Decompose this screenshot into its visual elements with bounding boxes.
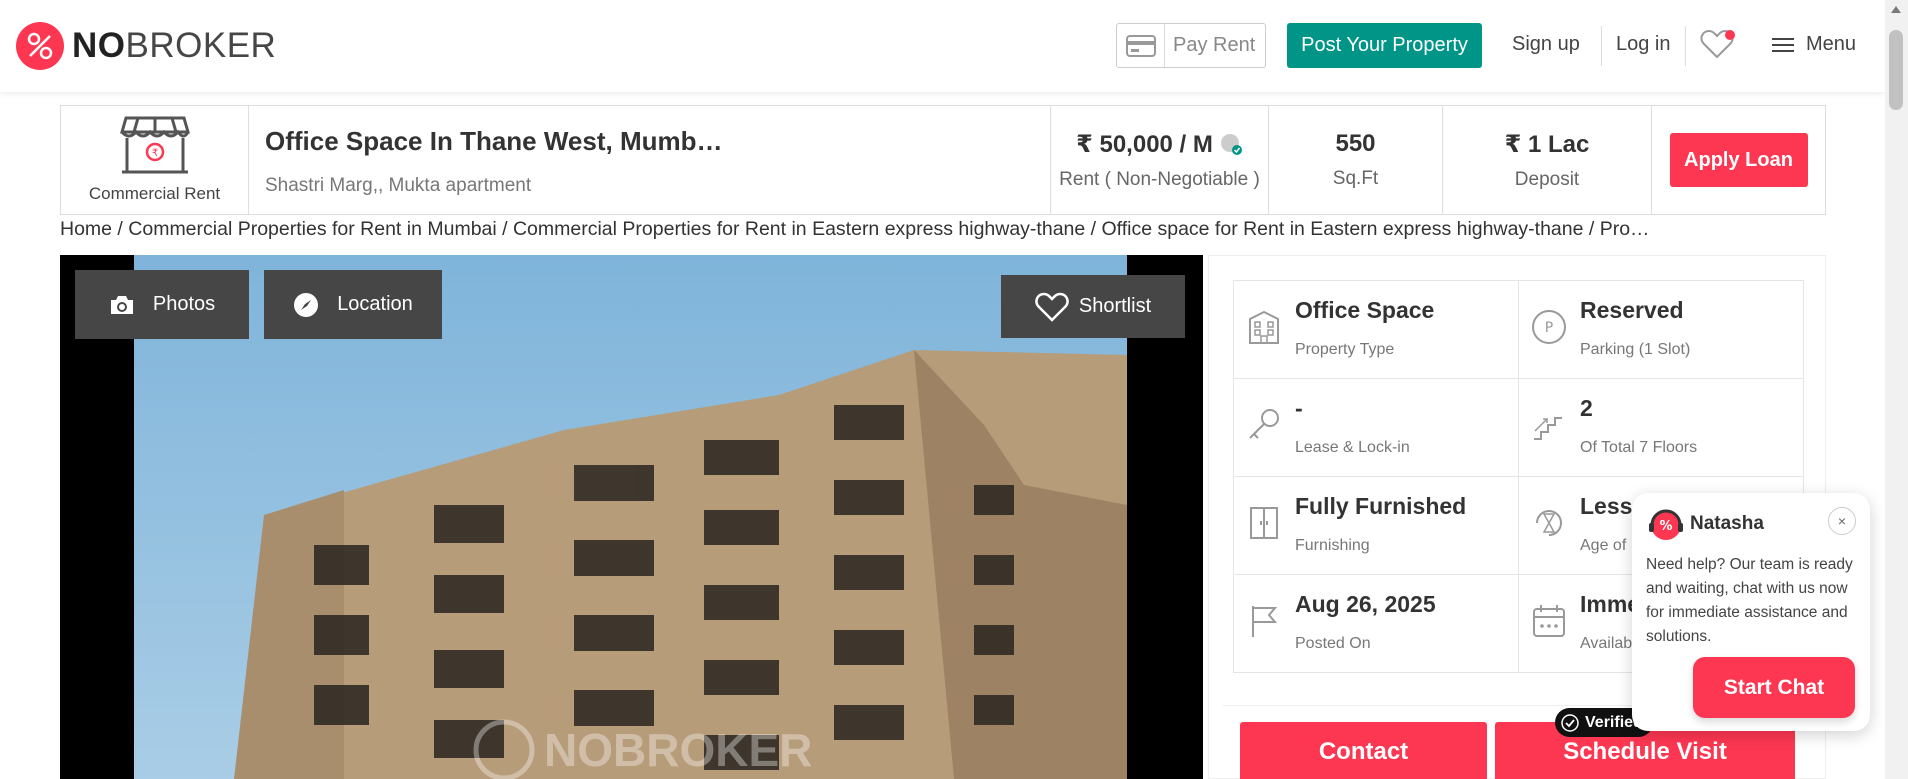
stairs-icon (1534, 417, 1562, 440)
detail-label: Furnishing (1295, 537, 1370, 554)
rent-info-icon[interactable] (1219, 132, 1243, 156)
shortlist-label: Shortlist (1078, 295, 1152, 317)
apply-loan-cell: Apply Loan (1652, 106, 1825, 214)
detail-value: Aug 26, 2025 (1295, 591, 1436, 617)
property-category: ₹ Commercial Rent (61, 106, 249, 214)
chat-message: Need help? Our team is ready and waiting… (1646, 556, 1853, 645)
close-icon[interactable]: × (1828, 507, 1856, 535)
detail-label: Posted On (1295, 635, 1371, 652)
property-title: Office Space In Thane West, Mumb… (265, 126, 723, 156)
notification-dot (1725, 30, 1735, 40)
menu-button[interactable]: Menu (1772, 33, 1856, 56)
photos-label: Photos (152, 293, 216, 315)
log-in-link[interactable]: Log in (1616, 33, 1671, 56)
detail-floor: 2 Of Total 7 Floors (1519, 379, 1804, 477)
location-label: Location (337, 293, 413, 315)
detail-lease: - Lease & Lock-in (1234, 379, 1519, 477)
location-button[interactable]: Location (264, 270, 442, 339)
svg-text:%: % (1659, 519, 1672, 534)
property-title-block: Office Space In Thane West, Mumb… Shastr… (249, 106, 1051, 214)
rent-label: Rent ( Non-Negotiable ) (1059, 168, 1260, 190)
logo-wordmark: NOBROKER (72, 26, 277, 65)
sign-up-link[interactable]: Sign up (1512, 33, 1580, 56)
contact-button[interactable]: Contact (1240, 722, 1487, 779)
svg-text:₹: ₹ (151, 148, 157, 159)
property-address: Shastri Marg,, Mukta apartment (265, 175, 532, 196)
top-navbar: NOBROKER Pay Rent Post Your Property Sig… (0, 0, 1885, 92)
detail-value: Reserved (1580, 297, 1684, 323)
rent-value: ₹ 50,000 / M (1076, 130, 1213, 158)
key-icon (1249, 409, 1279, 439)
apply-loan-button[interactable]: Apply Loan (1669, 133, 1808, 187)
logo-mark-icon (16, 22, 64, 70)
rent-stat: ₹ 50,000 / M Rent ( Non-Negotiable ) (1051, 106, 1269, 214)
menu-label: Menu (1806, 33, 1857, 55)
svg-text:P: P (1545, 320, 1553, 336)
hamburger-icon (1772, 34, 1794, 56)
hourglass-icon (1536, 510, 1562, 536)
nobroker-logo[interactable]: NOBROKER (16, 22, 276, 70)
camera-icon (110, 295, 133, 314)
detail-value: Fully Furnished (1295, 493, 1467, 519)
agent-name: Natasha (1690, 513, 1764, 534)
pay-rent-label: Pay Rent (1173, 34, 1256, 56)
breadcrumb[interactable]: Home / Commercial Properties for Rent in… (60, 218, 1660, 241)
detail-label: Parking (1 Slot) (1580, 341, 1691, 358)
divider (1601, 26, 1602, 66)
divider (1685, 26, 1686, 66)
deposit-stat: ₹ 1 Lac Deposit (1443, 106, 1652, 214)
shortlist-button[interactable]: Shortlist (1001, 275, 1185, 338)
detail-value: Office Space (1295, 297, 1435, 323)
calendar-icon (1533, 605, 1565, 637)
agent-avatar-icon: % (1649, 509, 1683, 540)
building-icon (1249, 310, 1279, 344)
detail-parking: P Reserved Parking (1 Slot) (1519, 281, 1804, 379)
detail-label: Of Total 7 Floors (1580, 439, 1698, 456)
cupboard-icon (1250, 507, 1278, 539)
category-caption: Commercial Rent (88, 184, 221, 203)
detail-label: Lease & Lock-in (1295, 439, 1410, 456)
photos-button[interactable]: Photos (75, 270, 249, 339)
start-chat-button[interactable]: Start Chat (1693, 657, 1855, 718)
deposit-label: Deposit (1514, 168, 1580, 190)
credit-card-icon (1117, 24, 1165, 67)
check-circle-icon (1561, 713, 1579, 732)
detail-label: Property Type (1295, 341, 1395, 358)
area-value: 550 (1335, 130, 1376, 157)
photo-watermark: NOBROKER (544, 724, 812, 776)
post-property-button[interactable]: Post Your Property (1287, 23, 1482, 68)
scroll-up-arrow-icon[interactable] (1891, 6, 1901, 13)
detail-furnishing: Fully Furnished Furnishing (1234, 477, 1519, 575)
flag-icon (1252, 606, 1278, 637)
deposit-value: ₹ 1 Lac (1504, 130, 1590, 158)
detail-label: Availab (1580, 635, 1633, 652)
detail-posted-on: Aug 26, 2025 Posted On (1234, 575, 1519, 673)
detail-value: - (1295, 395, 1303, 421)
detail-property-type: Office Space Property Type (1234, 281, 1519, 379)
detail-label: Age of I (1580, 537, 1636, 554)
area-stat: 550 Sq.Ft (1269, 106, 1443, 214)
property-summary-bar: ₹ Commercial Rent Office Space In Thane … (60, 105, 1826, 215)
compass-icon (294, 292, 319, 317)
detail-value: 2 (1580, 395, 1593, 421)
area-label: Sq.Ft (1332, 168, 1379, 189)
scrollbar-thumb[interactable] (1889, 30, 1903, 110)
page-scrollbar[interactable] (1885, 0, 1908, 779)
heart-icon (1035, 292, 1069, 322)
parking-icon: P (1532, 310, 1566, 344)
pay-rent-button[interactable]: Pay Rent (1116, 23, 1266, 68)
shop-icon: ₹ (119, 116, 190, 174)
